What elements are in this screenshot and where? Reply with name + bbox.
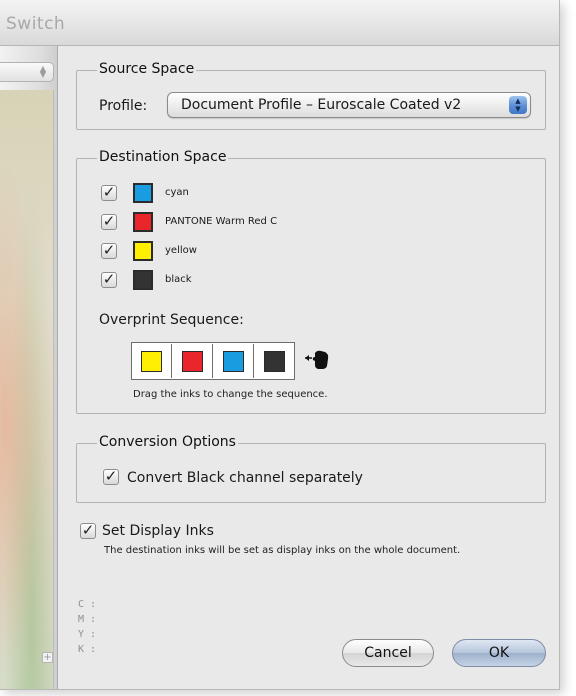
ink-checkbox-warm-red[interactable]: ✓ xyxy=(101,214,117,230)
ink-swatch-black xyxy=(133,270,153,290)
conversion-options-group: Conversion Options ✓ Convert Black chann… xyxy=(76,434,546,503)
source-space-legend: Source Space xyxy=(97,61,197,77)
destination-space-group: Destination Space ✓ cyan ✓ PANTONE Warm … xyxy=(76,149,546,414)
ink-checkbox-yellow[interactable]: ✓ xyxy=(101,243,117,259)
dialog-window: Switch ▲ ▼ C : M : Y : K : + Source Space… xyxy=(0,0,560,690)
ink-name-warm-red: PANTONE Warm Red C xyxy=(165,216,278,227)
ink-swatch-yellow xyxy=(133,241,153,261)
destination-space-legend: Destination Space xyxy=(97,149,229,165)
color-readout: C : M : Y : K : xyxy=(78,597,96,657)
ok-button[interactable]: OK xyxy=(452,639,546,667)
window-title: Switch xyxy=(6,14,66,34)
ink-name-cyan: cyan xyxy=(165,187,189,198)
readout-c: C : xyxy=(78,599,97,610)
preview-popup[interactable]: ▲ ▼ xyxy=(0,62,54,82)
display-inks-checkbox[interactable]: ✓ xyxy=(80,523,96,539)
ink-name-black: black xyxy=(165,274,192,285)
cancel-button[interactable]: Cancel xyxy=(342,639,434,667)
sequence-swatch-red xyxy=(182,351,203,372)
overprint-sequence xyxy=(131,342,295,380)
overprint-sequence-label: Overprint Sequence: xyxy=(99,312,244,328)
hand-pointer-icon xyxy=(305,350,329,369)
title-bar[interactable]: Switch xyxy=(0,0,559,46)
display-inks-label[interactable]: Set Display Inks xyxy=(102,523,214,539)
sequence-swatch-cyan xyxy=(223,351,244,372)
readout-m: M : xyxy=(78,614,97,625)
expand-icon[interactable]: + xyxy=(42,652,53,663)
display-inks-note: The destination inks will be set as disp… xyxy=(104,545,461,556)
ink-swatch-warm-red xyxy=(133,212,153,232)
sequence-slot-black[interactable] xyxy=(255,344,295,378)
convert-black-checkbox[interactable]: ✓ xyxy=(103,469,119,485)
preview-image xyxy=(0,90,54,689)
drag-hint: Drag the inks to change the sequence. xyxy=(133,389,328,400)
sequence-slot-red[interactable] xyxy=(173,344,213,378)
profile-label: Profile: xyxy=(99,98,148,114)
ink-checkbox-cyan[interactable]: ✓ xyxy=(101,185,117,201)
source-space-group: Source Space Profile: Document Profile –… xyxy=(76,61,546,130)
profile-popup[interactable]: Document Profile – Euroscale Coated v2 ▲… xyxy=(167,92,531,118)
ink-name-yellow: yellow xyxy=(165,245,197,256)
sequence-swatch-yellow xyxy=(141,351,162,372)
ink-swatch-cyan xyxy=(133,183,153,203)
ink-checkbox-black[interactable]: ✓ xyxy=(101,272,117,288)
profile-value: Document Profile – Euroscale Coated v2 xyxy=(181,97,462,113)
readout-y: Y : xyxy=(78,629,97,640)
sequence-slot-cyan[interactable] xyxy=(214,344,254,378)
readout-k: K : xyxy=(78,644,97,655)
updown-arrows-icon: ▲ ▼ xyxy=(39,64,47,79)
sequence-swatch-black xyxy=(264,351,285,372)
convert-black-label[interactable]: Convert Black channel separately xyxy=(127,470,363,486)
conversion-options-legend: Conversion Options xyxy=(97,434,238,450)
updown-arrows-icon: ▲ ▼ xyxy=(509,96,527,114)
sequence-slot-yellow[interactable] xyxy=(132,344,172,378)
preview-panel: ▲ ▼ xyxy=(0,46,58,689)
